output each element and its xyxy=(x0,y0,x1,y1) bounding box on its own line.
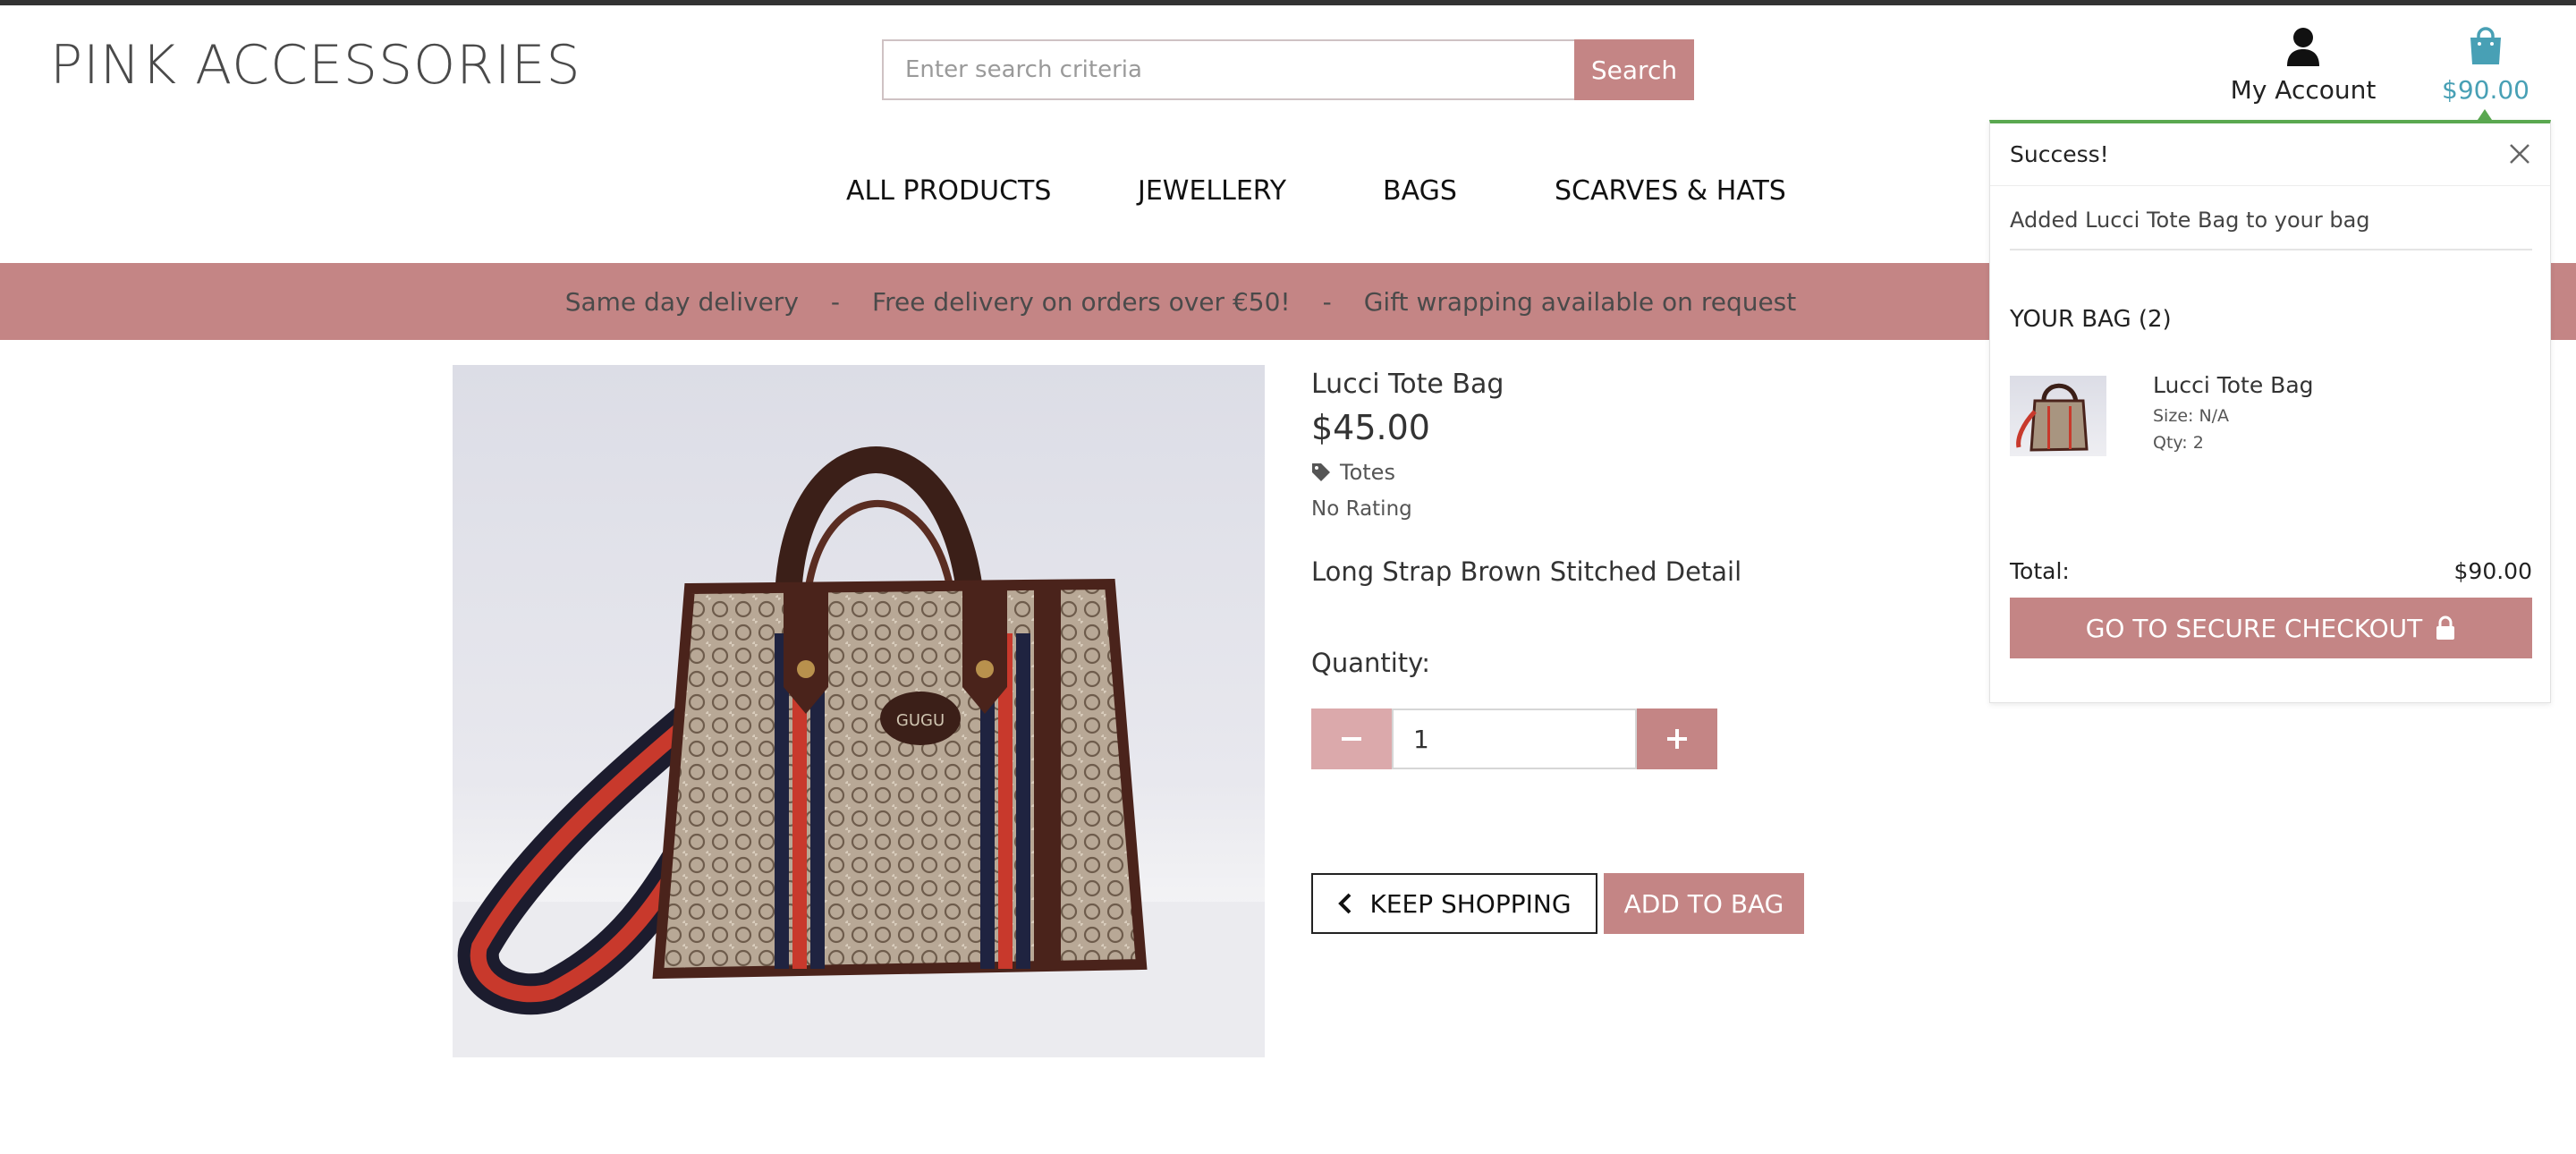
total-value: $90.00 xyxy=(2453,558,2532,584)
site-logo[interactable]: PINK ACCESSORIES xyxy=(50,34,581,97)
total-label: Total: xyxy=(2010,558,2070,584)
nav-scarves-hats[interactable]: SCARVES & HATS xyxy=(1555,175,1786,207)
shopping-bag-icon xyxy=(2470,27,2501,64)
banner-gift-wrapping: Gift wrapping available on request xyxy=(1363,286,1797,317)
bag-item-qty: Qty: 2 xyxy=(2153,433,2204,453)
my-account-label: My Account xyxy=(2230,75,2377,105)
toast-message: Added Lucci Tote Bag to your bag xyxy=(2010,208,2532,250)
lock-icon xyxy=(2436,615,2455,640)
quantity-label: Quantity: xyxy=(1311,648,1430,678)
add-to-bag-button[interactable]: ADD TO BAG xyxy=(1604,873,1804,934)
checkout-label: GO TO SECURE CHECKOUT xyxy=(2085,613,2423,643)
toast-header: Success! xyxy=(1990,123,2550,186)
top-border xyxy=(0,0,2576,5)
shopping-bag-link[interactable]: $90.00 xyxy=(2429,27,2542,105)
tag-icon xyxy=(1312,463,1330,481)
bag-item-name: Lucci Tote Bag xyxy=(2153,372,2314,398)
decrement-button[interactable] xyxy=(1311,709,1392,769)
tote-bag-illustration: GUGU xyxy=(453,446,1265,1057)
increment-button[interactable] xyxy=(1637,709,1717,769)
banner-same-day: Same day delivery xyxy=(564,286,799,317)
user-icon xyxy=(2287,28,2319,66)
toast-pointer xyxy=(2478,109,2492,120)
nav-bags[interactable]: BAGS xyxy=(1383,175,1457,207)
toast-title: Success! xyxy=(2010,141,2109,167)
product-image: GUGU xyxy=(453,365,1265,1057)
bag-item-image xyxy=(2016,383,2089,452)
search-input[interactable] xyxy=(882,39,1574,100)
bag-item-size: Size: N/A xyxy=(2153,406,2230,426)
chevron-left-icon xyxy=(1338,893,1352,914)
search-button[interactable]: Search xyxy=(1574,39,1694,100)
secure-checkout-button[interactable]: GO TO SECURE CHECKOUT xyxy=(2010,598,2532,658)
banner-separator: - xyxy=(1322,286,1332,317)
nav-all-products[interactable]: ALL PRODUCTS xyxy=(846,175,1051,207)
bag-item-thumbnail xyxy=(2010,376,2106,456)
product-name: Lucci Tote Bag xyxy=(1311,369,1504,400)
product-category-label: Totes xyxy=(1340,460,1395,485)
product-description: Long Strap Brown Stitched Detail xyxy=(1311,556,1742,587)
plus-icon xyxy=(1667,729,1687,749)
bag-total: $90.00 xyxy=(2442,75,2529,105)
banner-free-delivery: Free delivery on orders over €50! xyxy=(872,286,1291,317)
product-category[interactable]: Totes xyxy=(1311,460,1395,485)
bag-logo-text: GUGU xyxy=(896,711,945,730)
my-account-link[interactable]: My Account xyxy=(2227,27,2379,105)
product-price: $45.00 xyxy=(1311,408,1430,447)
search-form: Search xyxy=(882,39,1694,100)
success-toast: Success! Added Lucci Tote Bag to your ba… xyxy=(1989,120,2551,703)
keep-shopping-button[interactable]: KEEP SHOPPING xyxy=(1311,873,1597,934)
nav-jewellery[interactable]: JEWELLERY xyxy=(1138,175,1286,207)
product-rating: No Rating xyxy=(1311,497,1412,521)
close-icon[interactable] xyxy=(2507,141,2532,166)
banner-separator: - xyxy=(830,286,841,317)
quantity-input[interactable] xyxy=(1392,709,1637,769)
bag-heading: YOUR BAG (2) xyxy=(2010,306,2172,333)
quantity-stepper xyxy=(1311,709,1717,769)
minus-icon xyxy=(1342,737,1361,741)
keep-shopping-label: KEEP SHOPPING xyxy=(1369,888,1572,919)
